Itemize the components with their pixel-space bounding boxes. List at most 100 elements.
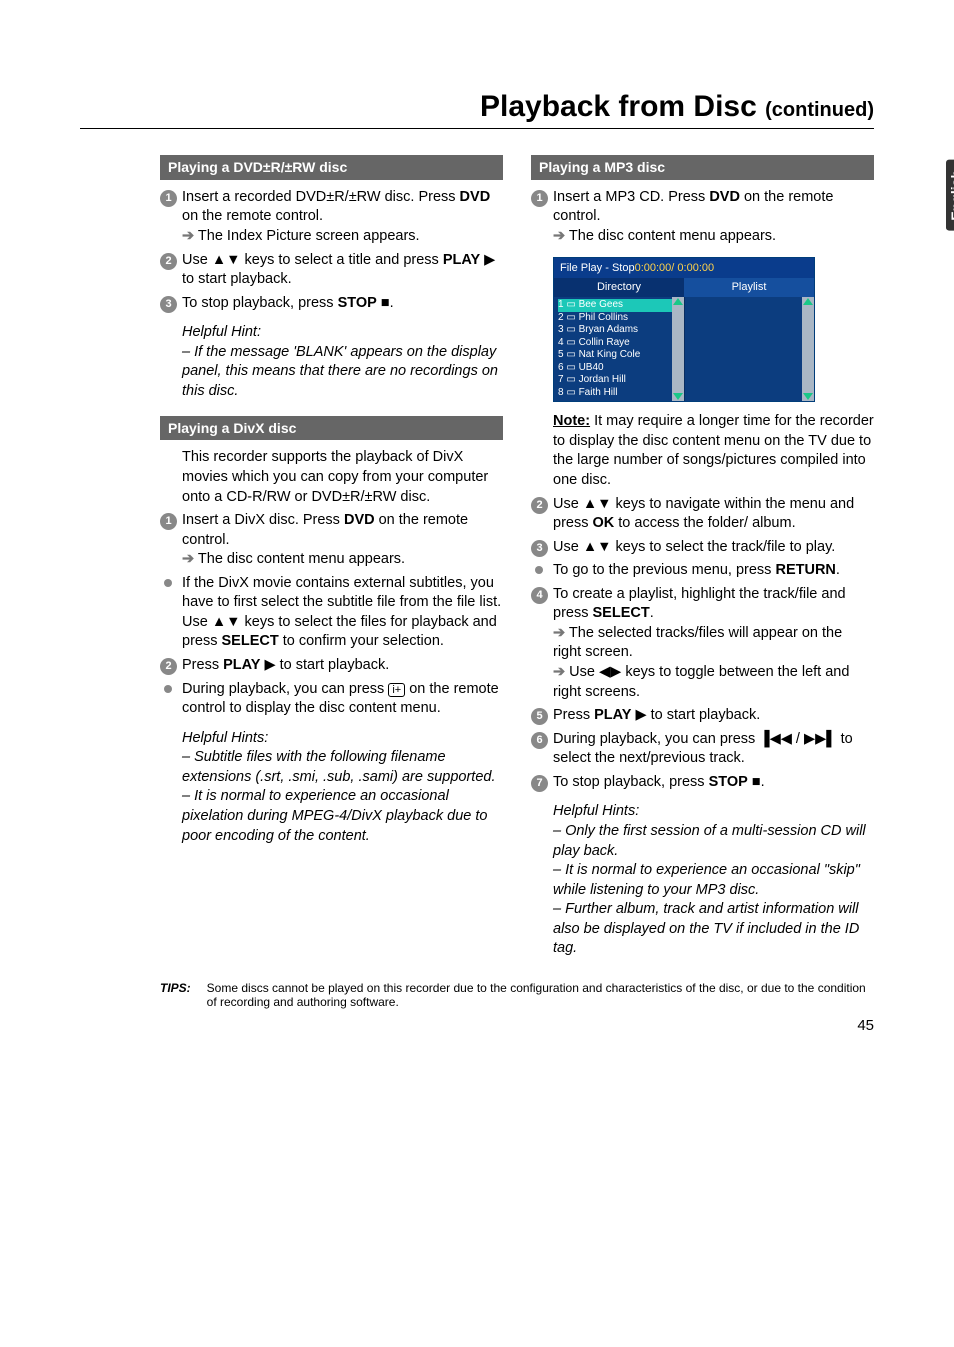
mp3-return-bullet: To go to the previous menu, press RETURN… [531, 561, 874, 581]
scrollbar [802, 297, 814, 401]
tab-directory: Directory [554, 278, 684, 297]
directory-list: 1 ▭ Bee Gees 2 ▭ Phil Collins 3 ▭ Bryan … [554, 297, 684, 401]
result-line: ➔ The selected tracks/files will appear … [553, 624, 874, 663]
step-number-icon: 1 [531, 190, 548, 207]
section-head-mp3: Playing a MP3 disc [531, 155, 874, 180]
mp3-step-6: 6 During playback, you can press ▐◀◀ / ▶… [531, 730, 874, 769]
text-bold: STOP [338, 295, 377, 311]
text: to confirm your selection. [279, 633, 444, 649]
arrow-icon: ➔ [182, 228, 194, 244]
text: ▶ to start playback. [260, 657, 389, 673]
step-3: 3 To stop playback, press STOP ■. [160, 294, 503, 314]
scroll-up-icon [673, 298, 683, 305]
result-line: ➔ Use ◀▶ keys to toggle between the left… [553, 663, 874, 702]
text: The disc content menu appears. [194, 551, 405, 567]
title-wrap: Playback from Disc (continued) [80, 90, 874, 129]
text-bold: STOP [709, 774, 748, 790]
text-bold: PLAY [594, 707, 631, 723]
step-text: Press PLAY ▶ to start playback. [553, 706, 874, 726]
step-text: To stop playback, press STOP ■. [182, 294, 503, 314]
step-number-icon: 3 [160, 296, 177, 313]
text-bold: DVD [709, 189, 740, 205]
scroll-down-icon [673, 393, 683, 400]
mp3-step-3: 3 Use ▲▼ keys to select the track/file t… [531, 538, 874, 558]
result-line: ➔ The disc content menu appears. [553, 227, 874, 247]
step-number-icon: 2 [160, 253, 177, 270]
page-title: Playback from Disc (continued) [160, 90, 874, 124]
step-text: If the DivX movie contains external subt… [182, 574, 503, 652]
text-bold: RETURN [775, 562, 835, 578]
step-text: To create a playlist, highlight the trac… [553, 585, 874, 702]
section-head-divx: Playing a DivX disc [160, 416, 503, 441]
intro-text: This recorder supports the playback of D… [182, 448, 503, 507]
hint-text: – It is normal to experience an occasion… [182, 787, 503, 846]
file-play-screenshot: File Play - Stop0:00:00/ 0:00:00 Directo… [553, 257, 815, 403]
divx-bullet: If the DivX movie contains external subt… [160, 574, 503, 652]
step-text: Insert a MP3 CD. Press DVD on the remote… [553, 188, 874, 247]
fp-title-text: File Play - Stop [560, 262, 635, 274]
text: To stop playback, press [182, 295, 338, 311]
list-item: 7 ▭ Jordan Hill [558, 374, 684, 387]
helpful-hints-block: Helpful Hints: – Only the first session … [553, 802, 874, 959]
text: To go to the previous menu, press [553, 562, 775, 578]
divx-play-bullet: During playback, you can press i+ on the… [160, 680, 503, 719]
playlist-pane [684, 297, 815, 401]
divx-step-2: 2 Press PLAY ▶ to start playback. [160, 656, 503, 676]
hint-text: – If the message 'BLANK' appears on the … [182, 343, 503, 402]
step-text: Press PLAY ▶ to start playback. [182, 656, 503, 676]
list-item: 5 ▭ Nat King Cole [558, 349, 684, 362]
text: During playback, you can press [182, 681, 388, 697]
text: The selected tracks/files will appear on… [553, 625, 842, 661]
page-number: 45 [80, 1017, 874, 1034]
mp3-step-4: 4 To create a playlist, highlight the tr… [531, 585, 874, 702]
step-number-icon: 2 [160, 658, 177, 675]
step-text: Use ▲▼ keys to select a title and press … [182, 251, 503, 290]
step-text: During playback, you can press ▐◀◀ / ▶▶▌… [553, 730, 874, 769]
note-label: Note: [553, 413, 590, 429]
text-bold: OK [593, 515, 615, 531]
file-play-tabs: Directory Playlist [554, 278, 814, 297]
language-tab: English [946, 160, 954, 231]
hint-text: – Subtitle files with the following file… [182, 748, 503, 787]
arrow-icon: ➔ [553, 625, 565, 641]
mp3-step-7: 7 To stop playback, press STOP ■. [531, 773, 874, 793]
two-column-layout: Playing a DVD±R/±RW disc 1 Insert a reco… [80, 141, 874, 959]
step-number-icon: 4 [531, 587, 548, 604]
hint-text: – Only the first session of a multi-sess… [553, 822, 874, 861]
step-number-icon: 6 [531, 732, 548, 749]
text: ■. [377, 295, 394, 311]
text: The Index Picture screen appears. [194, 228, 419, 244]
info-button-icon: i+ [388, 683, 405, 697]
arrow-icon: ➔ [553, 664, 565, 680]
text-bold: DVD [344, 512, 375, 528]
scrollbar [672, 297, 684, 401]
text: Insert a DivX disc. Press [182, 512, 344, 528]
text: ▶ to start playback. [631, 707, 760, 723]
list-item: 2 ▭ Phil Collins [558, 312, 684, 325]
tab-playlist: Playlist [684, 278, 814, 297]
step-text: To stop playback, press STOP ■. [553, 773, 874, 793]
step-2: 2 Use ▲▼ keys to select a title and pres… [160, 251, 503, 290]
hint-title: Helpful Hints: [182, 729, 503, 749]
step-text: During playback, you can press i+ on the… [182, 680, 503, 719]
hint-title: Helpful Hint: [182, 323, 503, 343]
list-item: 3 ▭ Bryan Adams [558, 324, 684, 337]
section-head-dvdrw: Playing a DVD±R/±RW disc [160, 155, 503, 180]
file-play-body: 1 ▭ Bee Gees 2 ▭ Phil Collins 3 ▭ Bryan … [554, 297, 814, 401]
title-main: Playback from Disc [480, 90, 765, 123]
step-text: Insert a recorded DVD±R/±RW disc. Press … [182, 188, 503, 247]
text: Press [182, 657, 223, 673]
text-bold: SELECT [222, 633, 279, 649]
bullet-icon [535, 566, 543, 574]
title-continued: (continued) [765, 99, 874, 121]
step-text: Use ▲▼ keys to navigate within the menu … [553, 495, 874, 534]
result-line: ➔ The disc content menu appears. [182, 550, 503, 570]
hint-text: – Further album, track and artist inform… [553, 900, 874, 959]
left-column: Playing a DVD±R/±RW disc 1 Insert a reco… [160, 141, 503, 959]
text: It may require a longer time for the rec… [553, 413, 874, 488]
text: Use ◀▶ keys to toggle between the left a… [553, 664, 849, 700]
mp3-step-5: 5 Press PLAY ▶ to start playback. [531, 706, 874, 726]
step-text: To go to the previous menu, press RETURN… [553, 561, 874, 581]
bullet-icon [164, 579, 172, 587]
text-bold: PLAY [443, 252, 480, 268]
